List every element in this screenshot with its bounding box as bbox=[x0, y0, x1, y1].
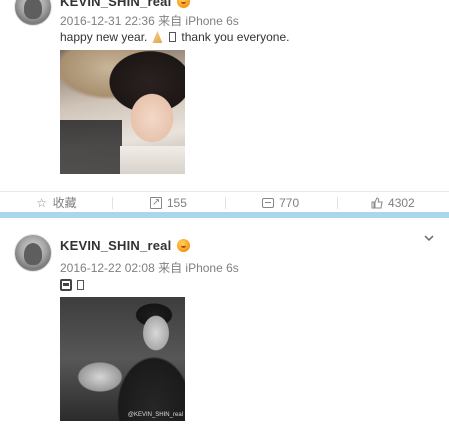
forward-icon bbox=[149, 196, 162, 209]
avatar[interactable] bbox=[14, 0, 52, 26]
post-photo[interactable]: @KEVIN_SHIN_real bbox=[60, 297, 185, 421]
praying-hands-icon bbox=[150, 30, 164, 44]
thumbs-up-icon bbox=[371, 196, 383, 209]
author-row: KEVIN_SHIN_real bbox=[60, 0, 191, 9]
star-icon: ☆ bbox=[36, 195, 47, 210]
avatar[interactable] bbox=[14, 234, 52, 272]
author-row: KEVIN_SHIN_real bbox=[60, 238, 191, 253]
bus-icon bbox=[60, 279, 72, 291]
comment-button[interactable]: 770 bbox=[224, 192, 337, 213]
favorite-button[interactable]: ☆ 收藏 bbox=[0, 192, 112, 213]
post-text-end: thank you everyone. bbox=[181, 30, 290, 44]
action-bar: ☆ 收藏 155 770 4302 bbox=[0, 191, 449, 213]
post-text-start: happy new year. bbox=[60, 30, 148, 44]
missing-glyph-icon bbox=[77, 280, 84, 290]
forward-count: 155 bbox=[166, 195, 187, 210]
missing-glyph-icon bbox=[169, 32, 177, 42]
photo-watermark: @KEVIN_SHIN_real bbox=[127, 412, 183, 418]
post-text: happy new year. thank you everyone. bbox=[60, 30, 289, 44]
post-photo[interactable] bbox=[60, 50, 185, 174]
comment-icon bbox=[262, 197, 275, 208]
username[interactable]: KEVIN_SHIN_real bbox=[60, 0, 171, 9]
like-count: 4302 bbox=[388, 195, 415, 210]
forward-button[interactable]: 155 bbox=[112, 192, 224, 213]
favorite-label: 收藏 bbox=[52, 196, 77, 210]
comment-count: 770 bbox=[279, 195, 300, 210]
username[interactable]: KEVIN_SHIN_real bbox=[60, 238, 171, 253]
post-meta: 2016-12-31 22:36 来自 iPhone 6s bbox=[60, 14, 239, 28]
post-text bbox=[60, 279, 86, 291]
post-separator bbox=[0, 212, 449, 218]
verified-badge-icon bbox=[177, 0, 191, 8]
verified-badge-icon bbox=[177, 239, 191, 252]
chevron-down-icon[interactable] bbox=[423, 232, 435, 244]
like-button[interactable]: 4302 bbox=[336, 192, 449, 213]
post-meta: 2016-12-22 02:08 来自 iPhone 6s bbox=[60, 261, 239, 275]
